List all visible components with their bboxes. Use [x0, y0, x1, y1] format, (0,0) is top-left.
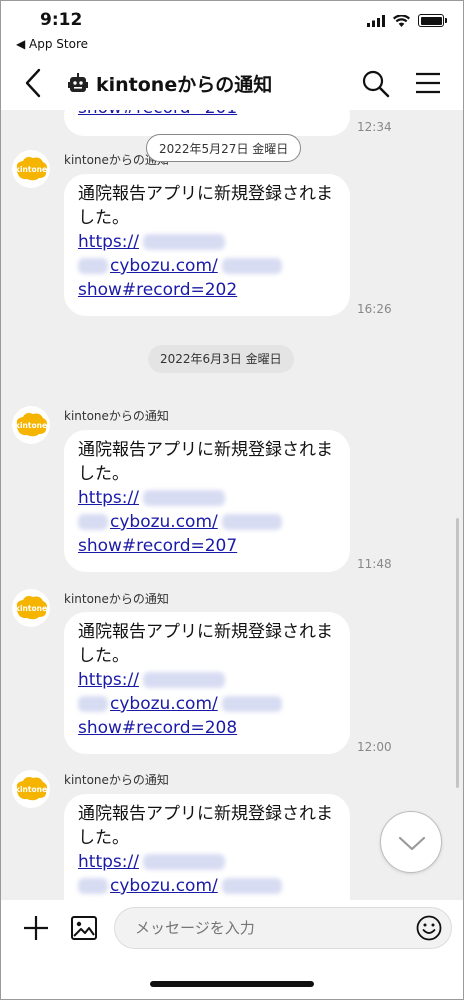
kintone-logo-icon: kintone: [15, 596, 47, 620]
message-link[interactable]: show#record=207: [78, 534, 336, 558]
message-link[interactable]: show#record=201: [78, 110, 336, 120]
message-link[interactable]: https://: [78, 486, 336, 510]
home-indicator[interactable]: [150, 981, 314, 987]
sticky-date-chip: 2022年5月27日 金曜日: [146, 134, 302, 162]
composer-bar: [0, 900, 464, 956]
chat-area[interactable]: show#record=201 12:34 2022年5月27日 金曜日 kin…: [0, 110, 464, 900]
message-link[interactable]: cybozu.com/: [78, 254, 336, 278]
emoji-icon[interactable]: [416, 915, 442, 941]
plus-icon[interactable]: [22, 914, 50, 942]
message-text: 通院報告アプリに新規登録されました。: [78, 184, 333, 228]
svg-text:kintone: kintone: [15, 165, 47, 174]
avatar[interactable]: kintone: [12, 150, 50, 188]
message-input[interactable]: [114, 907, 452, 949]
image-icon[interactable]: [70, 914, 98, 942]
svg-text:kintone: kintone: [15, 421, 47, 430]
message-link[interactable]: https://: [78, 230, 336, 254]
message-text: 通院報告アプリに新規登録されました。: [78, 440, 333, 484]
status-bar: 9:12 ◀ App Store: [0, 0, 464, 56]
date-separator: 2022年6月3日 金曜日: [148, 345, 294, 373]
message-text: 通院報告アプリに新規登録されました。: [78, 622, 333, 666]
kintone-logo-icon: kintone: [15, 777, 47, 801]
chat-header: kintoneからの通知: [0, 56, 464, 110]
scrollbar[interactable]: [456, 518, 459, 788]
message-link[interactable]: https://: [78, 668, 336, 692]
back-to-app-store[interactable]: ◀ App Store: [16, 37, 88, 51]
message-link[interactable]: cybozu.com/: [78, 692, 336, 716]
menu-icon[interactable]: [414, 70, 442, 96]
message-link[interactable]: cybozu.com/: [78, 510, 336, 534]
message-time: 11:48: [357, 557, 392, 571]
back-chevron-icon[interactable]: [20, 66, 48, 100]
wifi-icon: [393, 14, 410, 27]
message-text: 通院報告アプリに新規登録されました。: [78, 804, 333, 848]
search-icon[interactable]: [360, 68, 390, 98]
kintone-logo-icon: kintone: [15, 413, 47, 437]
message-bubble: 通院報告アプリに新規登録されました。 https:// cybozu.com/ …: [64, 174, 350, 316]
message-link[interactable]: cybozu.com/: [78, 874, 336, 898]
avatar[interactable]: kintone: [12, 770, 50, 808]
message-time: 12:00: [357, 740, 392, 754]
sender-name: kintoneからの通知: [64, 592, 169, 606]
chevron-down-icon: [398, 836, 426, 851]
scroll-to-bottom-button[interactable]: [380, 811, 442, 873]
chat-title-text: kintoneからの通知: [96, 74, 273, 96]
kintone-logo-icon: kintone: [15, 157, 47, 181]
sender-name: kintoneからの通知: [64, 409, 169, 423]
message-bubble: show#record=201: [64, 110, 350, 136]
status-time: 9:12: [40, 10, 83, 30]
message-link[interactable]: show#record=202: [78, 278, 336, 302]
cellular-icon: [367, 14, 385, 27]
sender-name: kintoneからの通知: [64, 773, 169, 787]
avatar[interactable]: kintone: [12, 406, 50, 444]
svg-text:kintone: kintone: [15, 785, 47, 794]
message-bubble: 通院報告アプリに新規登録されました。 https:// cybozu.com/ …: [64, 612, 350, 754]
chat-title: kintoneからの通知: [68, 70, 272, 97]
battery-icon: [418, 14, 447, 27]
message-time: 12:34: [357, 120, 392, 134]
svg-text:kintone: kintone: [15, 604, 47, 613]
bot-icon: [68, 72, 88, 92]
message-link[interactable]: show#record=208: [78, 716, 336, 740]
avatar[interactable]: kintone: [12, 589, 50, 627]
message-time: 16:26: [357, 302, 392, 316]
message-bubble: 通院報告アプリに新規登録されました。 https:// cybozu.com/: [64, 794, 350, 900]
message-link[interactable]: https://: [78, 850, 336, 874]
message-bubble: 通院報告アプリに新規登録されました。 https:// cybozu.com/ …: [64, 430, 350, 572]
